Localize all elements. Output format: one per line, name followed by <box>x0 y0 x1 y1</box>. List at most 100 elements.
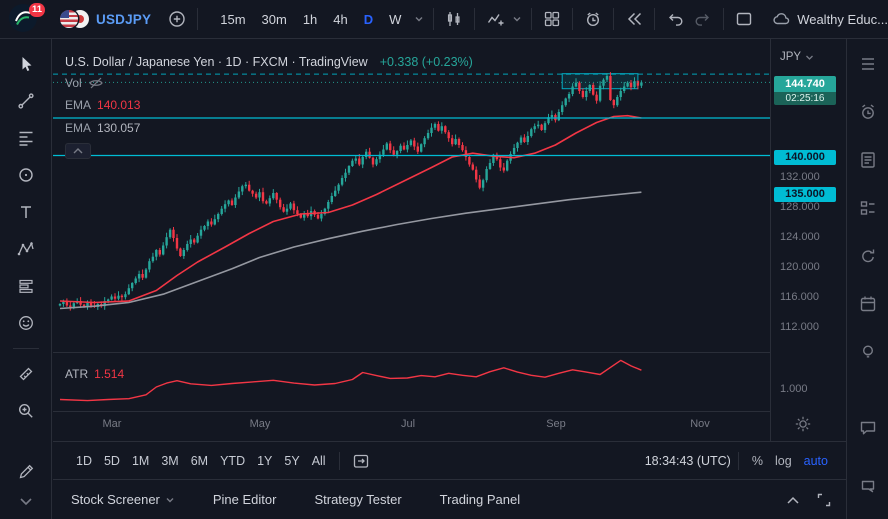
range-1m[interactable]: 1M <box>126 451 155 471</box>
legend-ema-fast-row[interactable]: EMA 140.013 <box>65 96 473 114</box>
xabcd-pattern-tool-icon[interactable] <box>8 234 44 264</box>
drawing-toolbar <box>0 39 52 519</box>
tradingview-app: 11 USDJPY 15m 30m 1h 4h D W <box>0 0 888 519</box>
ideas-lightbulb-icon[interactable] <box>852 337 884 367</box>
range-1d[interactable]: 1D <box>70 451 98 471</box>
indicators-icon[interactable] <box>481 5 509 33</box>
toolbar-separator <box>339 452 340 470</box>
ema-fast-label: EMA <box>65 98 91 112</box>
notification-badge[interactable]: 11 <box>29 3 45 17</box>
stock-screener-tab[interactable]: Stock Screener <box>71 492 175 507</box>
cursor-tool-icon[interactable] <box>8 49 44 79</box>
symbol-search-button[interactable]: USDJPY <box>60 10 151 28</box>
prediction-tool-icon[interactable] <box>8 271 44 301</box>
atr-label: ATR <box>65 367 88 381</box>
ema-fast-value: 140.013 <box>97 98 140 112</box>
atr-legend-row[interactable]: ATR 1.514 <box>65 367 124 381</box>
clock-utc[interactable]: 18:34:43 (UTC) <box>645 454 731 468</box>
time-axis-label: Sep <box>546 418 566 430</box>
pane-separator[interactable] <box>53 352 846 353</box>
interval-1d[interactable]: D <box>358 9 379 30</box>
chat-icon[interactable] <box>852 413 884 443</box>
replay-icon[interactable] <box>620 5 648 33</box>
legend-ema-slow-row[interactable]: EMA 130.057 <box>65 119 473 137</box>
watchlist-icon[interactable] <box>852 49 884 79</box>
log-scale-button[interactable]: log <box>769 451 798 471</box>
data-window-icon[interactable] <box>852 193 884 223</box>
interval-buttons: 15m 30m 1h 4h D W <box>214 5 427 33</box>
toolbar-separator <box>613 8 614 30</box>
pine-editor-tab[interactable]: Pine Editor <box>213 492 277 507</box>
indicator-templates-dropdown-icon[interactable] <box>509 5 525 33</box>
trading-panel-tab[interactable]: Trading Panel <box>440 492 520 507</box>
legend-volume-row[interactable]: Vol <box>65 74 473 92</box>
alert-icon[interactable] <box>579 5 607 33</box>
app-logo[interactable]: 11 <box>8 3 42 35</box>
range-3m[interactable]: 3M <box>155 451 184 471</box>
trendline-tool-icon[interactable] <box>8 86 44 116</box>
atr-value: 1.514 <box>94 367 124 381</box>
layout-icon[interactable] <box>730 5 758 33</box>
last-price-value: 144.740 <box>774 76 836 92</box>
shapes-tool-icon[interactable] <box>8 160 44 190</box>
legend-collapse-button[interactable] <box>65 143 91 159</box>
toolbar-separator <box>738 452 739 470</box>
us-flag-icon <box>60 10 78 28</box>
price-scale-label: 120.000 <box>780 261 820 274</box>
last-price-badge: 144.740 02:25:16 <box>774 76 836 105</box>
add-symbol-icon[interactable] <box>163 5 191 33</box>
account-menu[interactable]: Wealthy Educ... <box>761 9 888 29</box>
hotlists-icon[interactable] <box>852 241 884 271</box>
alerts-clock-icon[interactable] <box>852 97 884 127</box>
time-axis-label: Jul <box>401 418 415 430</box>
price-scale-label: 124.000 <box>780 231 820 244</box>
interval-30m[interactable]: 30m <box>256 9 293 30</box>
interval-1w[interactable]: W <box>383 9 407 30</box>
calendar-icon[interactable] <box>852 289 884 319</box>
fib-retracement-tool-icon[interactable] <box>8 123 44 153</box>
redo-icon[interactable] <box>689 5 717 33</box>
eye-off-icon[interactable] <box>88 75 104 91</box>
interval-15m[interactable]: 15m <box>214 9 251 30</box>
atr-pane-canvas[interactable] <box>53 353 770 410</box>
multichart-layout-icon[interactable] <box>538 5 566 33</box>
news-icon[interactable] <box>852 145 884 175</box>
undo-icon[interactable] <box>661 5 689 33</box>
interval-1h[interactable]: 1h <box>297 9 323 30</box>
edit-pencil-icon[interactable] <box>8 457 44 487</box>
range-1y[interactable]: 1Y <box>251 451 278 471</box>
volume-label: Vol <box>65 76 82 90</box>
price-scale-label: 132.000 <box>780 171 820 184</box>
range-ytd[interactable]: YTD <box>214 451 251 471</box>
ema-slow-value: 130.057 <box>97 121 140 135</box>
fullscreen-panel-icon[interactable] <box>816 492 832 508</box>
range-6m[interactable]: 6M <box>185 451 214 471</box>
toolbar-separator <box>654 8 655 30</box>
strategy-tester-tab[interactable]: Strategy Tester <box>314 492 401 507</box>
percent-scale-button[interactable]: % <box>746 451 769 471</box>
messages-icon[interactable] <box>852 471 884 501</box>
range-5y[interactable]: 5Y <box>278 451 305 471</box>
auto-scale-button[interactable]: auto <box>798 451 834 471</box>
stock-screener-label: Stock Screener <box>71 492 160 507</box>
toolbar-separator <box>723 8 724 30</box>
candle-style-icon[interactable] <box>440 5 468 33</box>
zoom-tool-icon[interactable] <box>8 396 44 426</box>
goto-date-icon[interactable] <box>347 447 375 475</box>
expand-panel-chevron-icon[interactable] <box>784 493 802 507</box>
legend-symbol-row[interactable]: U.S. Dollar / Japanese Yen · 1D · FXCM ·… <box>65 53 473 71</box>
time-axis[interactable]: Mar May Jul Sep Nov <box>53 411 770 441</box>
collapse-toolbar-icon[interactable] <box>8 487 44 517</box>
range-all[interactable]: All <box>306 451 332 471</box>
measure-tool-icon[interactable] <box>8 359 44 389</box>
intervals-dropdown-icon[interactable] <box>411 5 427 33</box>
price-scale[interactable]: JPY 144.740 02:25:16 140.000 135.000 132… <box>770 39 846 441</box>
currency-unit-toggle[interactable]: JPY <box>780 51 814 63</box>
emoji-tool-icon[interactable] <box>8 308 44 338</box>
interval-4h[interactable]: 4h <box>327 9 353 30</box>
trading-panel-label: Trading Panel <box>440 492 520 507</box>
text-tool-icon[interactable] <box>8 197 44 227</box>
range-5d[interactable]: 5D <box>98 451 126 471</box>
account-name: Wealthy Educ... <box>797 12 888 27</box>
scale-settings-gear-icon[interactable] <box>795 416 811 432</box>
